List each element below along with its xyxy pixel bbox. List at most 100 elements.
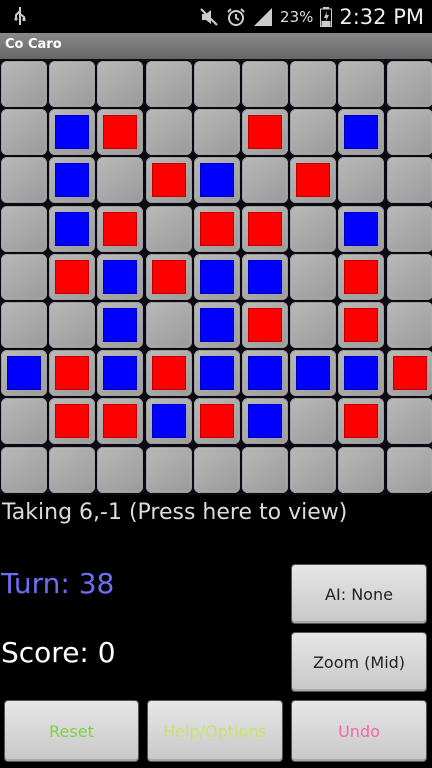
- board-cell[interactable]: [386, 205, 432, 252]
- reset-button[interactable]: Reset: [5, 701, 138, 761]
- board-cell[interactable]: [386, 157, 432, 204]
- red-stone: [344, 404, 379, 439]
- board-cell[interactable]: [290, 253, 337, 300]
- board-cell[interactable]: [97, 205, 144, 252]
- board-cell[interactable]: [145, 398, 192, 445]
- board-cell[interactable]: [97, 398, 144, 445]
- board-cell[interactable]: [386, 61, 432, 107]
- blue-stone: [248, 356, 282, 391]
- board-cell[interactable]: [1, 350, 47, 397]
- board-cell[interactable]: [193, 350, 240, 397]
- board-cell[interactable]: [49, 446, 96, 493]
- help-options-button[interactable]: Help/Options: [148, 701, 282, 761]
- board-cell[interactable]: [1, 253, 47, 300]
- board-cell[interactable]: [290, 61, 337, 107]
- board-cell[interactable]: [386, 398, 432, 445]
- board-cell[interactable]: [193, 205, 240, 252]
- board-cell[interactable]: [49, 157, 96, 204]
- board-cell[interactable]: [97, 446, 144, 493]
- board-cell[interactable]: [145, 157, 192, 204]
- board-cell[interactable]: [1, 157, 47, 204]
- board-cell[interactable]: [242, 205, 288, 252]
- board-cell[interactable]: [242, 109, 288, 156]
- red-stone: [199, 404, 234, 439]
- board-cell[interactable]: [1, 109, 47, 156]
- ai-button[interactable]: AI: None: [292, 565, 426, 623]
- title-bar: Co Caro: [0, 33, 432, 59]
- mute-icon: [199, 7, 219, 27]
- blue-stone: [344, 211, 379, 246]
- blue-stone: [55, 115, 90, 150]
- board-cell[interactable]: [338, 205, 385, 252]
- board-cell[interactable]: [338, 446, 385, 493]
- board-cell[interactable]: [145, 205, 192, 252]
- board-cell[interactable]: [1, 205, 47, 252]
- board-cell[interactable]: [1, 61, 47, 107]
- status-message[interactable]: Taking 6,-1 (Press here to view): [2, 500, 347, 525]
- board-cell[interactable]: [290, 157, 337, 204]
- board-cell[interactable]: [338, 302, 385, 348]
- board-cell[interactable]: [242, 157, 288, 204]
- score-display: Score: 0: [1, 636, 116, 669]
- zoom-button[interactable]: Zoom (Mid): [292, 633, 426, 691]
- board-cell[interactable]: [97, 350, 144, 397]
- board-cell[interactable]: [97, 109, 144, 156]
- board-cell[interactable]: [145, 350, 192, 397]
- board-cell[interactable]: [97, 61, 144, 107]
- board-cell[interactable]: [49, 205, 96, 252]
- red-stone: [103, 404, 138, 439]
- board-cell[interactable]: [193, 446, 240, 493]
- board-cell[interactable]: [193, 302, 240, 348]
- board-cell[interactable]: [193, 157, 240, 204]
- blue-stone: [199, 356, 234, 391]
- board-cell[interactable]: [145, 109, 192, 156]
- board-cell[interactable]: [49, 302, 96, 348]
- board-cell[interactable]: [193, 253, 240, 300]
- board-cell[interactable]: [386, 350, 432, 397]
- board-cell[interactable]: [145, 61, 192, 107]
- board-cell[interactable]: [290, 302, 337, 348]
- board-cell[interactable]: [386, 109, 432, 156]
- board-cell[interactable]: [242, 253, 288, 300]
- clock: 2:32 PM: [339, 4, 424, 29]
- board-cell[interactable]: [290, 350, 337, 397]
- board-cell[interactable]: [193, 398, 240, 445]
- board-cell[interactable]: [145, 446, 192, 493]
- board-cell[interactable]: [290, 109, 337, 156]
- board-cell[interactable]: [338, 253, 385, 300]
- board-cell[interactable]: [242, 61, 288, 107]
- board-cell[interactable]: [97, 302, 144, 348]
- board-cell[interactable]: [49, 350, 96, 397]
- board-cell[interactable]: [386, 302, 432, 348]
- board-cell[interactable]: [290, 398, 337, 445]
- board-cell[interactable]: [49, 398, 96, 445]
- board-cell[interactable]: [290, 205, 337, 252]
- board-cell[interactable]: [242, 350, 288, 397]
- board-cell[interactable]: [1, 446, 47, 493]
- game-board[interactable]: [0, 59, 432, 495]
- board-cell[interactable]: [386, 253, 432, 300]
- board-cell[interactable]: [97, 157, 144, 204]
- board-cell[interactable]: [242, 446, 288, 493]
- board-cell[interactable]: [338, 109, 385, 156]
- board-cell[interactable]: [49, 61, 96, 107]
- board-cell[interactable]: [338, 61, 385, 107]
- board-cell[interactable]: [290, 446, 337, 493]
- board-cell[interactable]: [338, 398, 385, 445]
- board-cell[interactable]: [49, 253, 96, 300]
- board-cell[interactable]: [338, 350, 385, 397]
- board-cell[interactable]: [1, 302, 47, 348]
- undo-button[interactable]: Undo: [292, 701, 426, 761]
- board-cell[interactable]: [97, 253, 144, 300]
- board-cell[interactable]: [242, 302, 288, 348]
- board-cell[interactable]: [338, 157, 385, 204]
- red-stone: [296, 163, 331, 198]
- board-cell[interactable]: [386, 446, 432, 493]
- board-cell[interactable]: [1, 398, 47, 445]
- board-cell[interactable]: [49, 109, 96, 156]
- board-cell[interactable]: [193, 61, 240, 107]
- board-cell[interactable]: [193, 109, 240, 156]
- board-cell[interactable]: [145, 302, 192, 348]
- board-cell[interactable]: [145, 253, 192, 300]
- board-cell[interactable]: [242, 398, 288, 445]
